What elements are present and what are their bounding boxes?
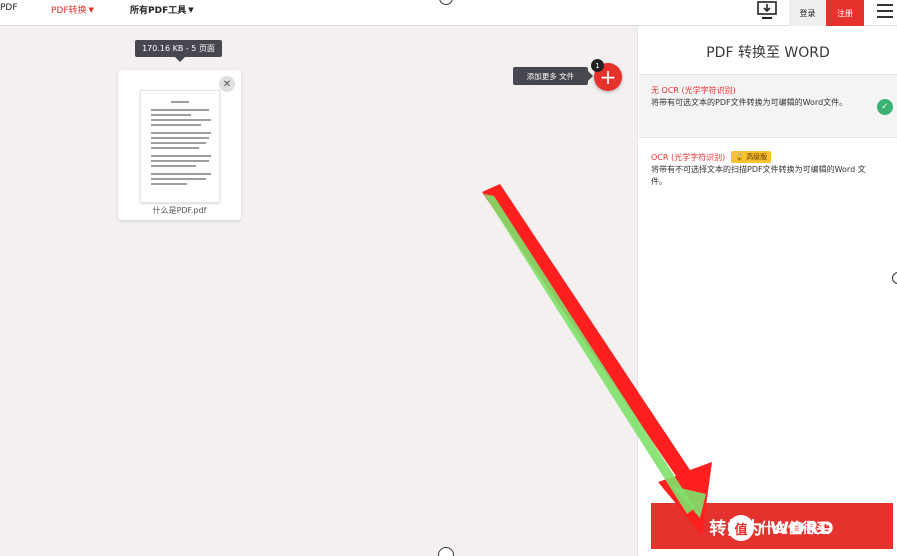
convert-options-panel: PDF 转换至 WORD 无 OCR (光学字符识别) 将带有可选文本的PDF文…: [637, 26, 897, 556]
option-ocr-title: OCR (光学字符识别): [651, 152, 726, 162]
nav-all-tools[interactable]: 所有PDF工具 ▼: [130, 3, 194, 17]
premium-label: 高级版: [746, 153, 768, 161]
premium-badge: 🔒 高级版: [731, 151, 772, 163]
register-button[interactable]: 注册: [826, 0, 864, 26]
option-no-ocr-description: 将带有可选文本的PDF文件转换为可编辑的Word文件。: [651, 98, 848, 107]
check-icon: ✓: [877, 99, 893, 115]
panel-title: PDF 转换至 WORD: [706, 45, 830, 61]
nav-pdf-convert[interactable]: PDF转换 ▼: [51, 3, 94, 17]
login-button[interactable]: 登录: [789, 0, 826, 26]
watermark: 值 什么值得买: [728, 515, 830, 541]
pdf-thumbnail: [140, 90, 220, 203]
file-size-tooltip: 170.16 KB - 5 页面: [135, 40, 222, 62]
option-no-ocr[interactable]: 无 OCR (光学字符识别) 将带有可选文本的PDF文件转换为可编辑的Word文…: [639, 74, 897, 138]
caret-down-icon: ▼: [188, 5, 194, 14]
watermark-logo-icon: 值: [728, 515, 754, 541]
screenshot-handle-right: [892, 272, 897, 284]
option-ocr-description: 将带有不可选择文本的扫描PDF文件转换为可编辑的Word 文件。: [651, 165, 866, 186]
add-more-files-tooltip: 添加更多 文件: [513, 67, 593, 85]
screenshot-handle-top: [439, 0, 453, 5]
option-ocr[interactable]: OCR (光学字符识别) 🔒 高级版 将带有不可选择文本的扫描PDF文件转换为可…: [639, 141, 897, 199]
nav-pdf-convert-label: PDF转换: [51, 6, 87, 16]
lock-icon: 🔒: [735, 153, 744, 161]
file-count-badge: 1: [591, 59, 604, 72]
top-navbar: PDF PDF转换 ▼ 所有PDF工具 ▼ 登录 注册: [0, 0, 897, 26]
option-ocr-title-row: OCR (光学字符识别) 🔒 高级版: [651, 151, 885, 163]
file-name: 什么是PDF.pdf: [152, 206, 207, 215]
remove-file-icon[interactable]: ✕: [219, 76, 235, 92]
desktop-download-icon[interactable]: [754, 0, 780, 22]
screenshot-handle-bottom: [438, 547, 454, 556]
watermark-text: 什么值得买: [760, 521, 830, 537]
site-logo[interactable]: PDF: [0, 3, 18, 13]
menu-icon[interactable]: [877, 2, 897, 20]
caret-down-icon: ▼: [88, 5, 94, 14]
nav-all-tools-label: 所有PDF工具: [130, 6, 187, 16]
option-no-ocr-title: 无 OCR (光学字符识别): [651, 86, 736, 95]
